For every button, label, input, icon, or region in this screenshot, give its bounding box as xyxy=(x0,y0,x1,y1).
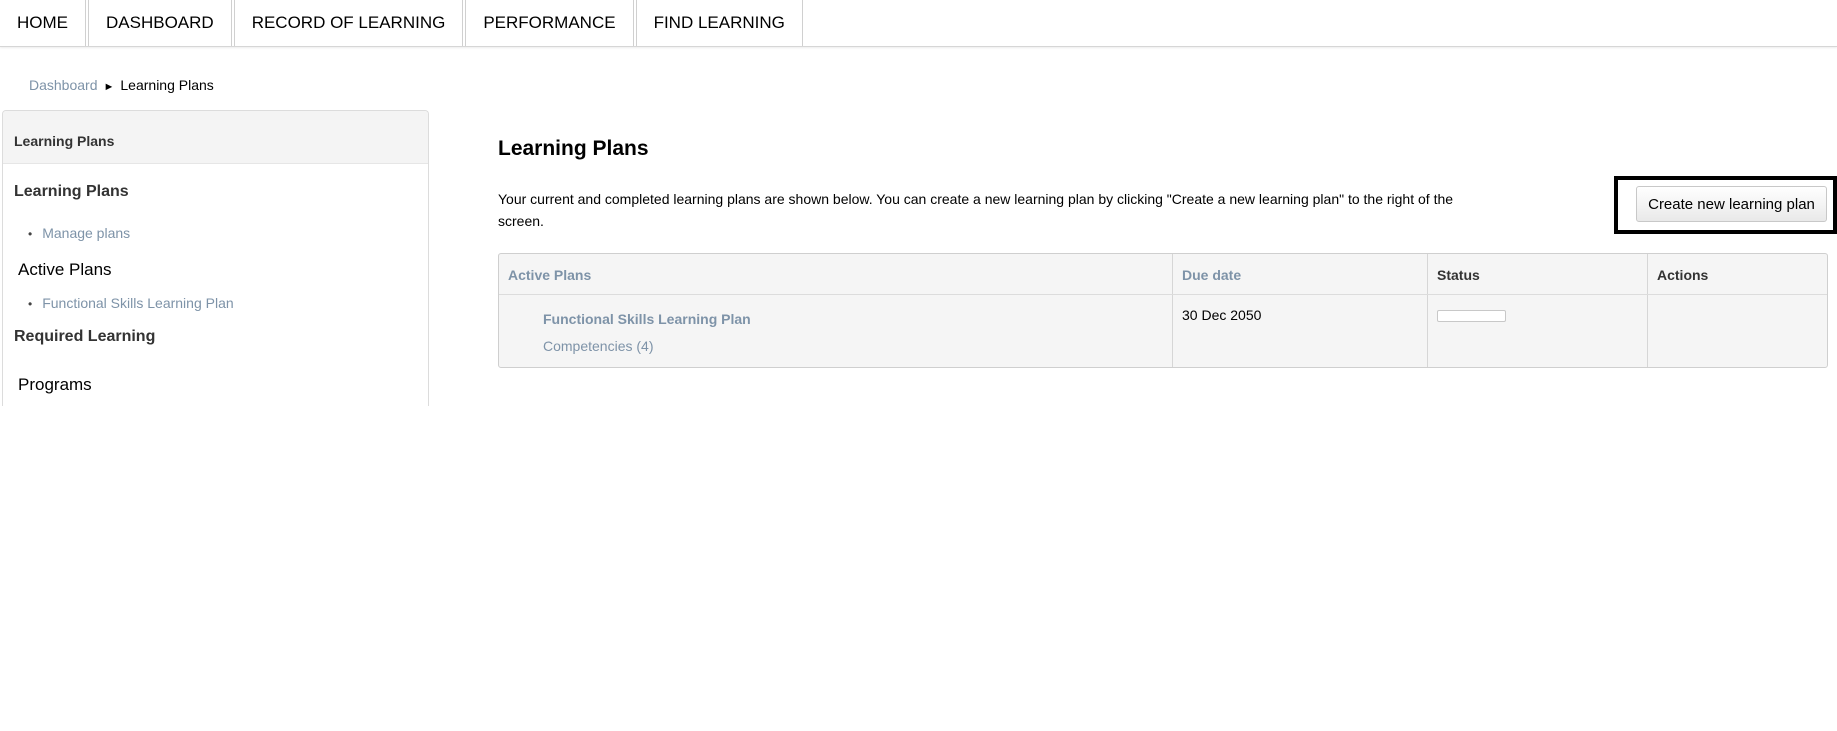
manage-plans-link[interactable]: Manage plans xyxy=(42,225,130,241)
bullet-icon: • xyxy=(28,297,33,311)
tab-performance[interactable]: PERFORMANCE xyxy=(465,0,634,46)
breadcrumb: Dashboard ► Learning Plans xyxy=(29,77,214,93)
competencies-link[interactable]: Competencies (4) xyxy=(543,338,1163,354)
sidebar-section-learning-plans: Learning Plans xyxy=(14,183,129,200)
sidebar-section-required-learning[interactable]: Required Learning xyxy=(14,328,155,346)
active-plan-link[interactable]: Functional Skills Learning Plan xyxy=(42,295,233,311)
tab-home[interactable]: HOME xyxy=(0,0,86,46)
sidebar-item-active-plan: • Functional Skills Learning Plan xyxy=(28,295,234,311)
page-title: Learning Plans xyxy=(498,137,649,160)
status-progress-bar xyxy=(1437,310,1506,322)
breadcrumb-current: Learning Plans xyxy=(120,77,214,93)
column-header-status: Status xyxy=(1428,254,1648,294)
status-cell xyxy=(1428,295,1648,367)
tab-find-learning[interactable]: FIND LEARNING xyxy=(635,0,803,46)
intro-text: Your current and completed learning plan… xyxy=(498,191,1454,229)
top-navigation: HOME DASHBOARD RECORD OF LEARNING PERFOR… xyxy=(0,0,1837,47)
plans-table: Active Plans Due date Status Actions Fun… xyxy=(498,253,1828,368)
sidebar-section-active-plans: Active Plans xyxy=(18,260,112,279)
sidebar-section-programs[interactable]: Programs xyxy=(18,375,92,395)
sidebar-item-manage-plans: • Manage plans xyxy=(28,225,130,241)
column-header-due-date[interactable]: Due date xyxy=(1173,254,1428,294)
breadcrumb-separator-icon: ► xyxy=(103,81,115,93)
create-new-learning-plan-button[interactable]: Create new learning plan xyxy=(1636,186,1827,222)
sidebar-block: Learning Plans Learning Plans • Manage pl… xyxy=(2,110,429,406)
plan-name-link[interactable]: Functional Skills Learning Plan xyxy=(543,311,1163,327)
plan-cell: Functional Skills Learning Plan Competen… xyxy=(499,295,1173,367)
bullet-icon: • xyxy=(28,227,33,241)
table-row: Functional Skills Learning Plan Competen… xyxy=(499,295,1827,367)
actions-cell xyxy=(1648,295,1827,367)
breadcrumb-dashboard-link[interactable]: Dashboard xyxy=(29,77,98,93)
tab-dashboard[interactable]: DASHBOARD xyxy=(88,0,232,46)
sidebar-header: Learning Plans xyxy=(3,111,428,164)
column-header-active-plans[interactable]: Active Plans xyxy=(499,254,1173,294)
due-date-cell: 30 Dec 2050 xyxy=(1173,295,1428,367)
tab-record-of-learning[interactable]: RECORD OF LEARNING xyxy=(233,0,464,46)
column-header-actions: Actions xyxy=(1657,267,1709,283)
table-header-row: Active Plans Due date Status Actions xyxy=(499,254,1827,295)
